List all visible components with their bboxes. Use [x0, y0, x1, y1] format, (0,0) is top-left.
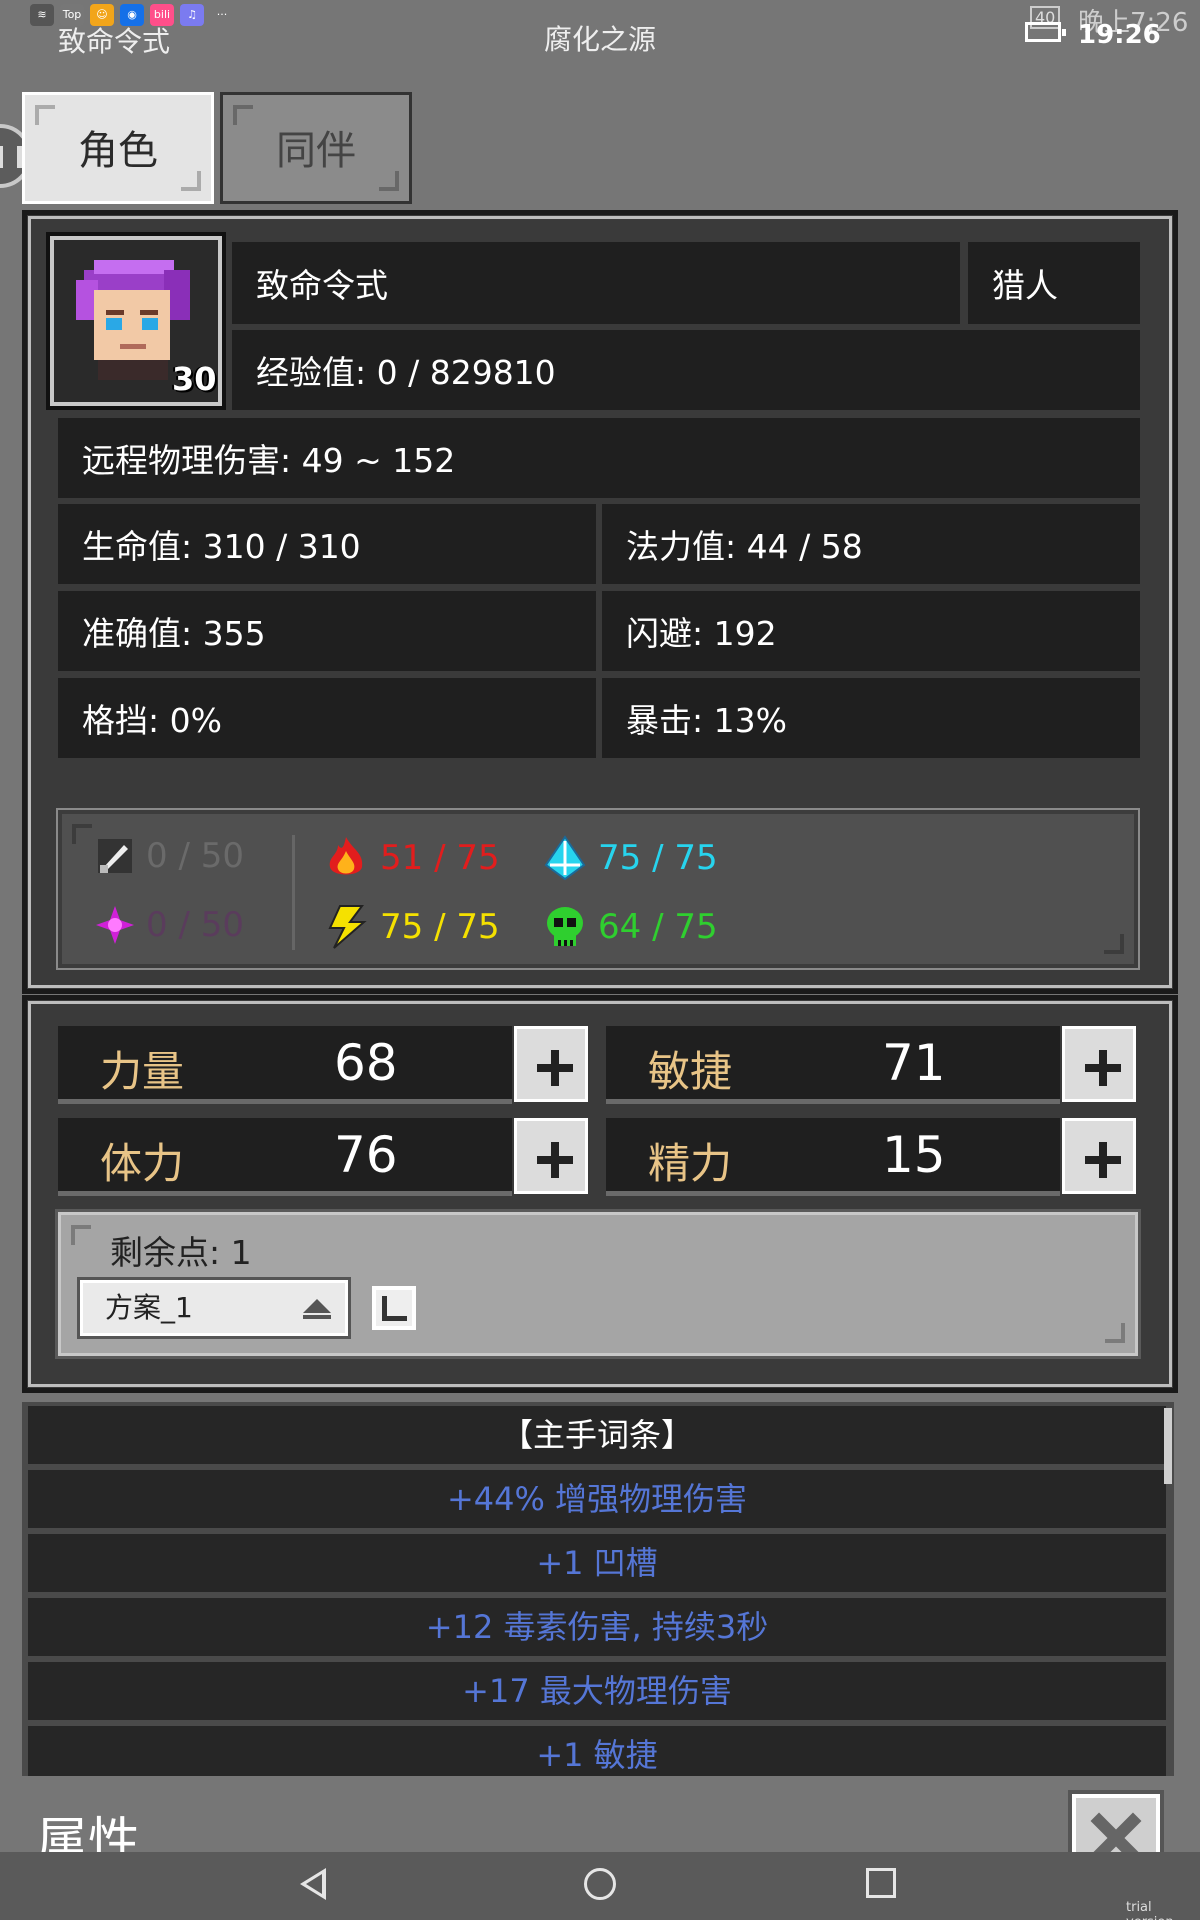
attribute-name: 体力	[100, 1139, 185, 1188]
corner-ornament	[233, 105, 253, 125]
critical: 暴击: 13%	[602, 678, 1140, 758]
list-item: +1 凹槽	[28, 1534, 1166, 1592]
corner-ornament	[71, 1225, 91, 1245]
attribute-energy: 精力 15	[606, 1118, 1060, 1196]
edit-plan-button[interactable]	[372, 1286, 416, 1330]
physical-resistance: 0 / 50	[94, 835, 244, 877]
remaining-points: 剩余点: 1	[110, 1233, 252, 1272]
chaos-resistance: 0 / 50	[94, 904, 244, 946]
plan-dropdown[interactable]: 方案_1	[77, 1277, 351, 1339]
character-class: 猎人	[968, 242, 1140, 324]
block: 格挡: 0%	[58, 678, 596, 758]
corner-ornament	[379, 171, 399, 191]
cold-resistance: 75 / 75	[542, 835, 718, 881]
add-energy-button[interactable]	[1062, 1118, 1136, 1194]
attribute-value: 76	[334, 1126, 398, 1184]
plan-dropdown-value: 方案_1	[105, 1291, 193, 1324]
tab-companion[interactable]: 同伴	[220, 92, 412, 204]
tab-character[interactable]: 角色	[22, 92, 214, 204]
tab-character-label: 角色	[78, 128, 158, 174]
chaos-orb-icon	[96, 906, 134, 944]
poison-resistance-value: 64 / 75	[598, 907, 718, 947]
list-item: +1 敏捷	[28, 1726, 1166, 1776]
corner-ornament	[35, 105, 55, 125]
attribute-name: 敏捷	[648, 1047, 733, 1096]
lightning-icon	[328, 905, 367, 949]
chaos-resistance-value: 0 / 50	[146, 905, 244, 945]
attribute-value: 71	[882, 1034, 946, 1092]
affix-list[interactable]: 【主手词条】 +44% 增强物理伤害 +1 凹槽 +12 毒素伤害, 持续3秒 …	[22, 1402, 1174, 1776]
lightning-resistance: 75 / 75	[322, 904, 500, 950]
ranged-damage: 远程物理伤害: 49 ~ 152	[58, 418, 1140, 498]
fire-resistance: 51 / 75	[322, 835, 500, 881]
character-level: 30	[172, 360, 217, 398]
divider	[292, 835, 295, 950]
battery-icon	[1025, 22, 1066, 42]
clock: 19:26	[1078, 20, 1161, 50]
add-vitality-button[interactable]	[514, 1118, 588, 1194]
list-item: +17 最大物理伤害	[28, 1662, 1166, 1720]
attribute-vitality: 体力 76	[58, 1118, 512, 1196]
health: 生命值: 310 / 310	[58, 504, 596, 584]
attribute-value: 15	[882, 1126, 946, 1184]
back-icon-inner	[306, 1874, 322, 1894]
lightning-resistance-value: 75 / 75	[380, 907, 500, 947]
home-icon[interactable]	[584, 1868, 616, 1900]
game-title: 腐化之源	[543, 23, 656, 56]
affix-scrollbar[interactable]	[1164, 1408, 1172, 1484]
skull-icon	[547, 907, 583, 946]
sword-icon	[98, 839, 132, 873]
recent-apps-icon[interactable]	[866, 1868, 896, 1898]
tab-companion-label: 同伴	[276, 128, 356, 174]
corner-ornament	[181, 171, 201, 191]
fire-resistance-value: 51 / 75	[380, 838, 500, 878]
attribute-name: 精力	[648, 1139, 733, 1188]
add-strength-button[interactable]	[514, 1026, 588, 1102]
eject-bar-icon	[303, 1315, 331, 1319]
list-item: +44% 增强物理伤害	[28, 1470, 1166, 1528]
attribute-value: 68	[334, 1034, 398, 1092]
fire-icon	[329, 837, 363, 875]
experience: 经验值: 0 / 829810	[232, 330, 1140, 410]
attribute-strength: 力量 68	[58, 1026, 512, 1104]
attribute-name: 力量	[100, 1047, 185, 1096]
character-name: 致命令式	[232, 242, 960, 324]
physical-resistance-value: 0 / 50	[146, 836, 244, 876]
poison-resistance: 64 / 75	[542, 904, 718, 950]
ice-crystal-icon	[544, 835, 586, 881]
status-bar: ≋ Top ☺ ◉ bili ♫ ··· 致命令式 腐化之源 40 晚上7:26…	[0, 0, 1200, 70]
corner-ornament	[72, 824, 92, 844]
evasion: 闪避: 192	[602, 591, 1140, 671]
mana: 法力值: 44 / 58	[602, 504, 1140, 584]
attribute-dexterity: 敏捷 71	[606, 1026, 1060, 1104]
affix-header: 【主手词条】	[28, 1406, 1166, 1464]
corner-ornament	[1104, 934, 1124, 954]
trial-watermark: trial version	[1126, 1900, 1174, 1920]
list-item: +12 毒素伤害, 持续3秒	[28, 1598, 1166, 1656]
cold-resistance-value: 75 / 75	[598, 838, 718, 878]
corner-ornament	[1105, 1323, 1125, 1343]
accuracy: 准确值: 355	[58, 591, 596, 671]
add-dexterity-button[interactable]	[1062, 1026, 1136, 1102]
eject-arrow-icon	[303, 1299, 331, 1313]
